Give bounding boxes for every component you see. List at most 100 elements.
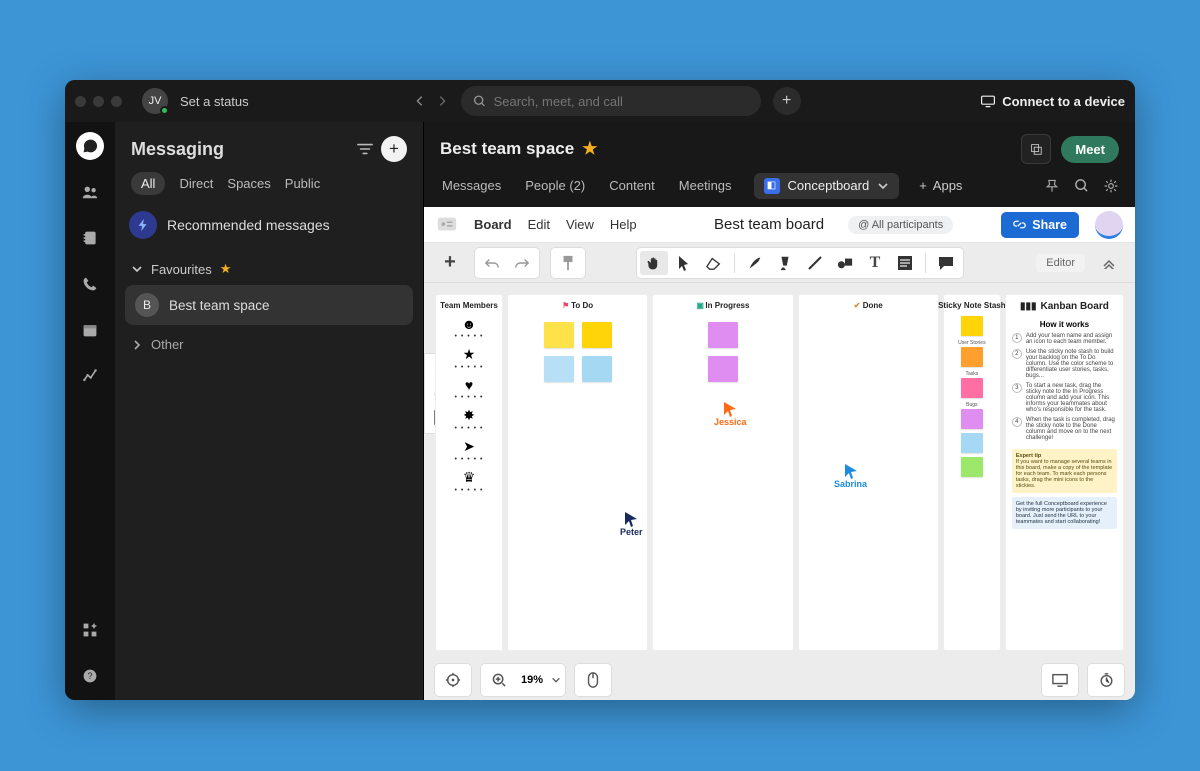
bolt-icon [129,211,157,239]
line-tool[interactable] [801,251,829,275]
chevron-down-icon [131,263,143,275]
timer-button[interactable] [1092,668,1120,692]
nav-messaging[interactable] [76,132,104,160]
select-tool[interactable] [670,251,698,275]
filter-all[interactable]: All [131,172,165,195]
user-avatar[interactable]: JV [142,88,168,114]
messaging-sidebar: Messaging + All Direct Spaces Public Rec… [115,122,423,700]
space-item-best-team[interactable]: B Best team space [125,285,413,325]
format-painter-button[interactable] [554,251,582,275]
nav-analytics[interactable] [76,362,104,390]
undo-button[interactable] [478,251,506,275]
message-filters: All Direct Spaces Public [123,172,415,205]
role-chip[interactable]: Editor [1036,254,1085,272]
tab-conceptboard[interactable]: ◧ Conceptboard [754,173,900,199]
chevron-down-icon[interactable] [551,675,561,685]
marker-tool[interactable] [771,251,799,275]
redo-button[interactable] [508,251,536,275]
global-search[interactable] [461,86,761,116]
tab-messages[interactable]: Messages [440,172,503,199]
add-apps-button[interactable]: + Apps [919,178,962,193]
zoom-button[interactable] [485,668,513,692]
sticky-tool[interactable] [891,251,919,275]
filter-spaces[interactable]: Spaces [227,176,270,191]
recommended-messages-row[interactable]: Recommended messages [123,205,415,253]
sticky-note[interactable] [582,356,612,382]
shape-tool[interactable] [831,251,859,275]
cb-canvas[interactable]: Team Members ☻• • • • • ★• • • • • ♥• • … [424,283,1135,700]
other-section[interactable]: Other [123,325,415,364]
filter-button[interactable] [357,142,373,156]
address-book-icon [82,230,98,246]
tab-meetings[interactable]: Meetings [677,172,734,199]
add-button[interactable]: + [436,251,464,275]
sticky-note[interactable] [708,322,738,348]
sticky-note[interactable] [961,347,983,367]
mouse-mode-button[interactable] [579,668,607,692]
nav-back-button[interactable] [413,94,427,108]
search-in-space-button[interactable] [1074,178,1089,194]
avatar-initials: JV [149,95,162,107]
status-button[interactable]: Set a status [180,94,249,109]
nav-arrows [413,94,449,108]
board-name[interactable]: Best team board [714,216,824,233]
sticky-note[interactable] [708,356,738,382]
nav-rail: ? [65,122,115,700]
meet-button[interactable]: Meet [1061,136,1119,163]
connect-device-button[interactable]: Connect to a device [980,93,1125,109]
cb-toolbar: + [424,243,1135,283]
settings-button[interactable] [1103,178,1119,194]
sticky-note[interactable] [961,316,983,336]
pen-tool[interactable] [741,251,769,275]
menu-board[interactable]: Board [474,217,512,232]
cb-logo-icon[interactable] [436,214,458,236]
cb-user-avatar[interactable] [1095,211,1123,239]
col-howto: ▮▮▮Kanban Board How it works 1Add your t… [1006,295,1123,650]
comment-tool[interactable] [932,251,960,275]
sticky-note[interactable] [582,322,612,348]
copy-link-button[interactable] [1021,134,1051,164]
text-tool[interactable]: T [861,251,889,275]
nav-apps[interactable] [76,616,104,644]
new-action-button[interactable]: + [773,87,801,115]
menu-edit[interactable]: Edit [528,217,550,232]
sticky-note[interactable] [961,457,983,477]
space-title: Best team space ★ [440,139,597,159]
filter-direct[interactable]: Direct [179,176,213,191]
analytics-icon [82,368,98,384]
pin-icon[interactable] [1044,178,1060,194]
svg-text:?: ? [88,671,93,681]
sticky-note[interactable] [544,356,574,382]
nav-forward-button[interactable] [435,94,449,108]
nav-calls[interactable] [76,270,104,298]
plus-icon: + [919,178,927,193]
search-input[interactable] [494,94,749,109]
menu-help[interactable]: Help [610,217,637,232]
share-button[interactable]: Share [1001,212,1079,238]
conceptboard-app-icon: ◧ [764,178,780,194]
tab-people[interactable]: People (2) [523,172,587,199]
participants-chip[interactable]: @ All participants [848,216,953,234]
menu-view[interactable]: View [566,217,594,232]
sticky-note[interactable] [961,378,983,398]
sticky-note[interactable] [961,433,983,453]
star-icon[interactable]: ★ [582,139,597,159]
titlebar: JV Set a status + Connect to a device [65,80,1135,122]
nav-calendar[interactable] [76,316,104,344]
cb-menubar: Board Edit View Help Best team board @ A… [424,207,1135,243]
sticky-note[interactable] [961,409,983,429]
nav-teams[interactable] [76,224,104,252]
zoom-level[interactable]: 19% [517,674,547,686]
pan-tool[interactable] [640,251,668,275]
present-button[interactable] [1046,668,1074,692]
nav-help[interactable]: ? [76,662,104,690]
eraser-tool[interactable] [700,251,728,275]
favorites-section[interactable]: Favourites ★ [123,253,415,285]
new-message-button[interactable]: + [381,136,407,162]
expand-button[interactable] [1095,251,1123,275]
nav-contacts[interactable] [76,178,104,206]
filter-public[interactable]: Public [285,176,320,191]
sticky-note[interactable] [544,322,574,348]
locate-button[interactable] [439,668,467,692]
tab-content[interactable]: Content [607,172,657,199]
